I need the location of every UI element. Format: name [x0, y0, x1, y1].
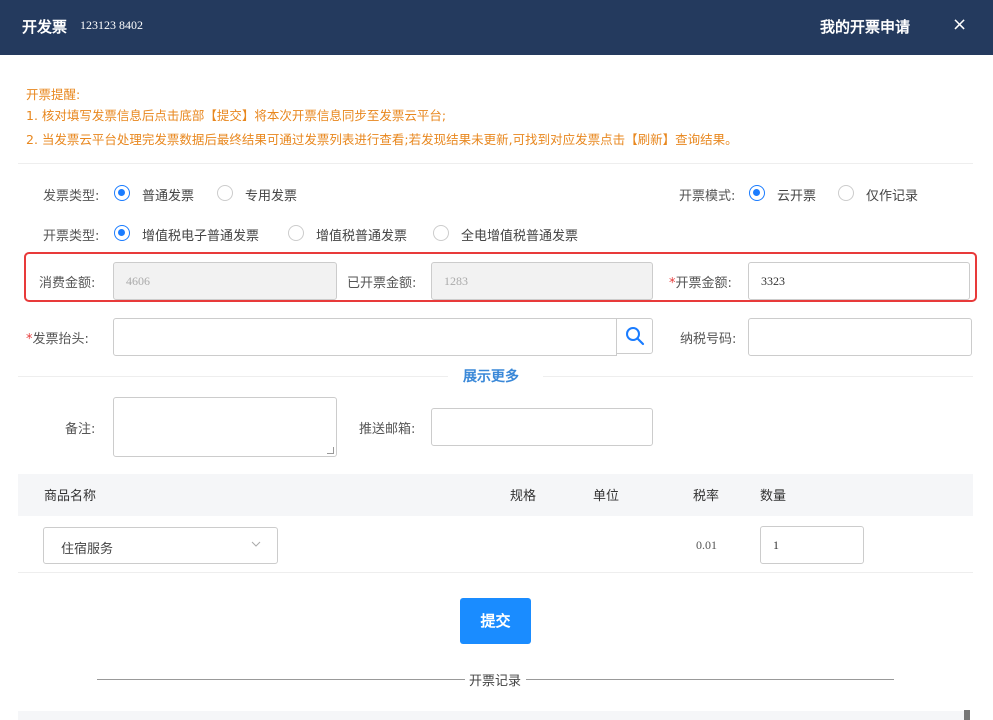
radio-vat-normal-label: 增值税普通发票 [316, 229, 408, 244]
radio-vat-e-normal[interactable] [114, 225, 130, 241]
my-requests-link[interactable]: 我的开票申请 [820, 16, 910, 37]
chevron-down-icon [251, 541, 261, 547]
col-quantity: 数量 [760, 489, 787, 504]
close-icon[interactable]: × [952, 14, 967, 35]
product-select[interactable]: 住宿服务 [43, 527, 278, 564]
email-input[interactable] [431, 408, 653, 446]
quantity-input[interactable]: 1 [760, 526, 864, 564]
radio-record-only-label: 仅作记录 [866, 189, 919, 204]
invoice-header-input[interactable] [113, 318, 617, 356]
radio-cloud-invoice[interactable] [749, 185, 765, 201]
radio-normal-invoice[interactable] [114, 185, 130, 201]
notice-heading: 开票提醒: [26, 87, 81, 102]
show-more-divider-left [18, 376, 448, 377]
radio-special-invoice[interactable] [217, 185, 233, 201]
records-divider-left [97, 679, 465, 680]
radio-cloud-invoice-label: 云开票 [777, 189, 817, 204]
tax-rate-value: 0.01 [696, 538, 717, 552]
dialog-header: 开发票 123123 8402 我的开票申请 × [0, 0, 993, 55]
col-unit: 单位 [593, 489, 620, 504]
dialog-title: 开发票 [22, 18, 68, 36]
tax-number-label: 纳税号码: [680, 332, 737, 347]
divider [18, 163, 973, 164]
submit-button[interactable]: 提交 [460, 598, 531, 644]
product-select-value: 住宿服务 [61, 542, 114, 557]
col-product-name: 商品名称 [44, 489, 97, 504]
radio-record-only[interactable] [838, 185, 854, 201]
dialog-subtitle: 123123 8402 [80, 18, 143, 32]
email-label: 推送邮箱: [359, 422, 416, 437]
invoice-header-label-text: 发票抬头: [32, 332, 89, 347]
radio-vat-normal[interactable] [288, 225, 304, 241]
show-more-link[interactable]: 展示更多 [463, 366, 519, 386]
records-divider-right [526, 679, 894, 680]
tax-number-input[interactable] [748, 318, 972, 356]
table-header [18, 474, 973, 516]
show-more-divider-right [543, 376, 973, 377]
radio-normal-invoice-label: 普通发票 [142, 189, 195, 204]
invoice-records-title: 开票记录 [469, 674, 522, 689]
remark-textarea[interactable] [113, 397, 337, 457]
radio-fully-digital[interactable] [433, 225, 449, 241]
remark-label: 备注: [65, 422, 96, 437]
col-tax-rate: 税率 [693, 489, 720, 504]
records-table-header [18, 711, 968, 720]
invoice-mode-label: 开票模式: [679, 189, 736, 204]
radio-vat-e-normal-label: 增值税电子普通发票 [142, 229, 260, 244]
col-spec: 规格 [510, 489, 537, 504]
scrollbar-thumb[interactable] [964, 710, 970, 720]
invoice-kind-label: 发票类型: [43, 189, 100, 204]
notice-line-2: 2. 当发票云平台处理完发票数据后最终结果可通过发票列表进行查看;若发现结果未更… [26, 132, 738, 147]
table-row-divider [18, 572, 973, 573]
radio-fully-digital-label: 全电增值税普通发票 [461, 229, 579, 244]
invoice-type-label: 开票类型: [43, 229, 100, 244]
invoice-header-label: *发票抬头: [26, 328, 89, 347]
highlight-box [24, 252, 977, 302]
radio-special-invoice-label: 专用发票 [245, 189, 298, 204]
search-button[interactable] [616, 318, 653, 354]
notice-line-1: 1. 核对填写发票信息后点击底部【提交】将本次开票信息同步至发票云平台; [26, 108, 447, 123]
search-icon [626, 327, 645, 346]
